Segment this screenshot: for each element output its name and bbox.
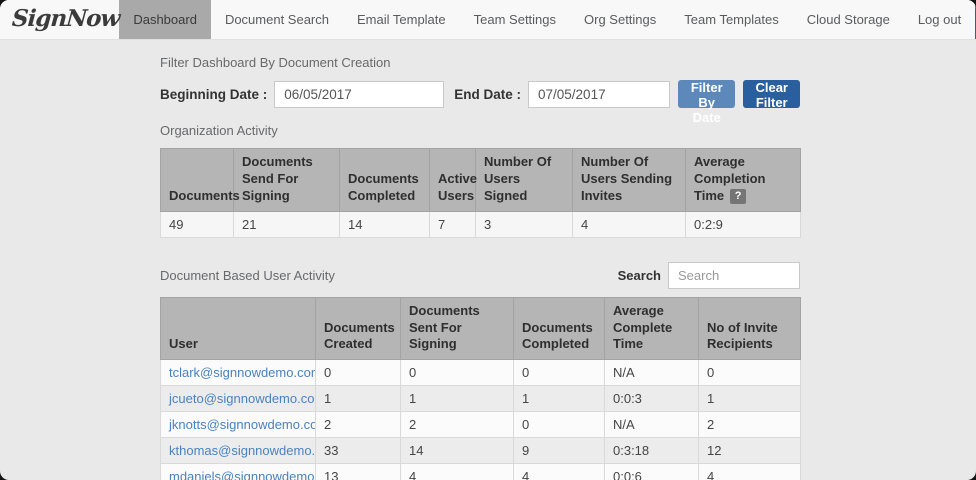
- table-cell: 0: [316, 360, 401, 386]
- app-window: SignNow DashboardDocument SearchEmail Te…: [0, 0, 976, 480]
- table-row: jcueto@signnowdemo.com1110:0:31: [161, 386, 801, 412]
- org-data-cell: 21: [234, 211, 340, 237]
- org-activity-table: DocumentsDocuments Send For SigningDocum…: [160, 148, 801, 238]
- org-column-header-average-completion-time: Average Completion Time?: [686, 149, 801, 212]
- user-email-link[interactable]: kthomas@signnowdemo.com: [161, 438, 316, 464]
- user-activity-header: Document Based User Activity Search: [160, 262, 800, 289]
- org-data-cell: 4: [573, 211, 686, 237]
- filter-by-date-button[interactable]: Filter By Date: [678, 80, 735, 108]
- org-data-cell: 7: [430, 211, 476, 237]
- table-cell: 13: [316, 464, 401, 480]
- org-table-header-row: DocumentsDocuments Send For SigningDocum…: [161, 149, 801, 212]
- table-cell: 2: [316, 412, 401, 438]
- user-activity-title: Document Based User Activity: [160, 268, 335, 283]
- filter-section-title: Filter Dashboard By Document Creation: [160, 55, 800, 70]
- search-label: Search: [618, 268, 661, 283]
- org-data-cell: 0:2:9: [686, 211, 801, 237]
- user-column-header-no-of-invite-recipients: No of Invite Recipients: [699, 297, 801, 360]
- table-cell: 0:3:18: [605, 438, 699, 464]
- signnow-logo: SignNow: [0, 0, 121, 39]
- user-column-header-average-complete-time: Average Complete Time: [605, 297, 699, 360]
- nav-item-team-templates[interactable]: Team Templates: [670, 0, 792, 39]
- table-row: mdaniels@signnowdemo.com13440:0:64: [161, 464, 801, 480]
- table-cell: 2: [699, 412, 801, 438]
- table-cell: 2: [401, 412, 514, 438]
- table-row: tclark@signnowdemo.com000N/A0: [161, 360, 801, 386]
- table-cell: 0: [514, 360, 605, 386]
- table-cell: 0:0:3: [605, 386, 699, 412]
- user-column-header-documents-sent-for-signing: Documents Sent For Signing: [401, 297, 514, 360]
- table-cell: 0:0:6: [605, 464, 699, 480]
- nav-menu: DashboardDocument SearchEmail TemplateTe…: [119, 0, 975, 39]
- table-cell: 12: [699, 438, 801, 464]
- dashboard-content: Filter Dashboard By Document Creation Be…: [160, 55, 800, 480]
- beginning-date-input[interactable]: [274, 81, 444, 108]
- org-data-cell: 49: [161, 211, 234, 237]
- table-cell: N/A: [605, 412, 699, 438]
- table-cell: 1: [699, 386, 801, 412]
- nav-item-org-settings[interactable]: Org Settings: [570, 0, 670, 39]
- nav-item-document-search[interactable]: Document Search: [211, 0, 343, 39]
- user-table-body: tclark@signnowdemo.com000N/A0jcueto@sign…: [161, 360, 801, 480]
- user-email-link[interactable]: jcueto@signnowdemo.com: [161, 386, 316, 412]
- user-column-header-user: User: [161, 297, 316, 360]
- search-area: Search: [618, 262, 800, 289]
- table-cell: 4: [514, 464, 605, 480]
- org-table-data-row: 4921147340:2:9: [161, 211, 801, 237]
- table-cell: 33: [316, 438, 401, 464]
- nav-item-dashboard[interactable]: Dashboard: [119, 0, 211, 39]
- nav-item-cloud-storage[interactable]: Cloud Storage: [793, 0, 904, 39]
- table-cell: 1: [401, 386, 514, 412]
- date-filter-row: Beginning Date : End Date : Filter By Da…: [160, 80, 800, 108]
- org-data-cell: 3: [476, 211, 573, 237]
- nav-item-log-out[interactable]: Log out: [904, 0, 975, 39]
- org-column-header-active-users: Active Users: [430, 149, 476, 212]
- nav-item-team-settings[interactable]: Team Settings: [460, 0, 570, 39]
- user-email-link[interactable]: jknotts@signnowdemo.com: [161, 412, 316, 438]
- table-cell: 14: [401, 438, 514, 464]
- table-cell: 1: [514, 386, 605, 412]
- table-row: kthomas@signnowdemo.com331490:3:1812: [161, 438, 801, 464]
- table-cell: 0: [401, 360, 514, 386]
- table-cell: 4: [699, 464, 801, 480]
- clear-filter-button[interactable]: Clear Filter: [743, 80, 800, 108]
- table-row: jknotts@signnowdemo.com220N/A2: [161, 412, 801, 438]
- nav-item-email-template[interactable]: Email Template: [343, 0, 460, 39]
- table-cell: 0: [514, 412, 605, 438]
- help-icon[interactable]: ?: [730, 189, 746, 204]
- end-date-input[interactable]: [528, 81, 670, 108]
- user-column-header-documents-created: Documents Created: [316, 297, 401, 360]
- end-date-label: End Date :: [454, 87, 521, 102]
- user-table-header-row: UserDocuments CreatedDocuments Sent For …: [161, 297, 801, 360]
- user-activity-table: UserDocuments CreatedDocuments Sent For …: [160, 297, 801, 480]
- table-cell: N/A: [605, 360, 699, 386]
- search-input[interactable]: [668, 262, 800, 289]
- org-activity-title: Organization Activity: [160, 123, 800, 138]
- user-email-link[interactable]: tclark@signnowdemo.com: [161, 360, 316, 386]
- org-data-cell: 14: [340, 211, 430, 237]
- org-column-header-number-of-users-signed: Number Of Users Signed: [476, 149, 573, 212]
- user-column-header-documents-completed: Documents Completed: [514, 297, 605, 360]
- org-column-header-documents-send-for-signing: Documents Send For Signing: [234, 149, 340, 212]
- table-cell: 0: [699, 360, 801, 386]
- org-column-header-number-of-users-sending-invites: Number Of Users Sending Invites: [573, 149, 686, 212]
- table-cell: 1: [316, 386, 401, 412]
- beginning-date-label: Beginning Date :: [160, 87, 267, 102]
- org-column-header-documents-completed: Documents Completed: [340, 149, 430, 212]
- org-column-header-documents: Documents: [161, 149, 234, 212]
- top-nav: SignNow DashboardDocument SearchEmail Te…: [0, 0, 976, 40]
- table-cell: 4: [401, 464, 514, 480]
- table-cell: 9: [514, 438, 605, 464]
- user-email-link[interactable]: mdaniels@signnowdemo.com: [161, 464, 316, 480]
